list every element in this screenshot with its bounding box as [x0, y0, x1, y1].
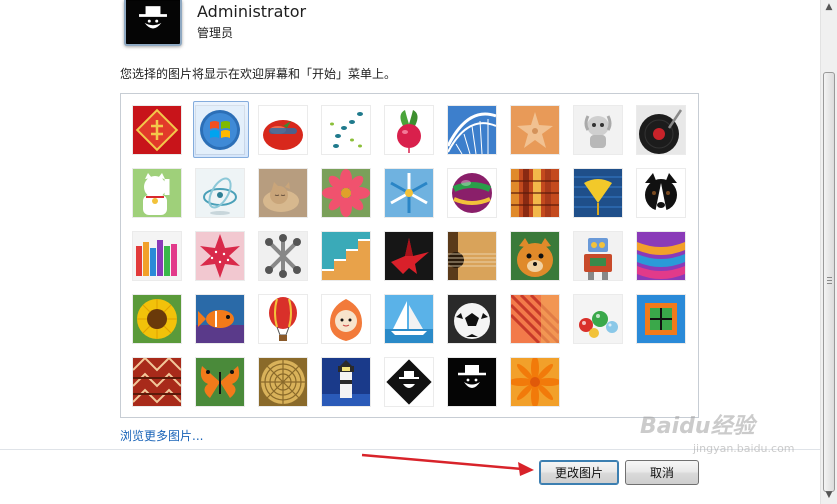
robot-toy-picture[interactable] — [574, 106, 622, 154]
butterfly-picture[interactable] — [196, 358, 244, 406]
hat-face-picture[interactable] — [448, 358, 496, 406]
doll-picture[interactable] — [322, 295, 370, 343]
woven-pattern-picture[interactable] — [133, 358, 181, 406]
starfish-picture[interactable] — [511, 106, 559, 154]
gyroscope-picture[interactable] — [196, 169, 244, 217]
hot-air-balloon-picture[interactable] — [259, 295, 307, 343]
watermark-url: jingyan.baidu.com — [693, 442, 795, 455]
origami-crane-picture[interactable] — [385, 232, 433, 280]
paper-star-picture[interactable] — [196, 232, 244, 280]
roller-coaster-picture[interactable] — [448, 106, 496, 154]
dog-picture[interactable] — [637, 169, 685, 217]
green-frame-picture[interactable] — [637, 295, 685, 343]
diamond-logo-picture[interactable] — [385, 358, 433, 406]
picture-grid — [120, 93, 699, 418]
ginkgo-leaf-picture[interactable] — [574, 169, 622, 217]
pink-flower-picture[interactable] — [322, 169, 370, 217]
watermark-logo: Baidu经验 — [640, 414, 755, 439]
user-name: Administrator — [197, 2, 307, 21]
radish-picture[interactable] — [385, 106, 433, 154]
vertical-scrollbar[interactable]: ▲ ▼ — [820, 0, 837, 504]
lucky-cat-picture[interactable] — [133, 169, 181, 217]
user-role: 管理员 — [197, 26, 234, 40]
orange-flower-picture[interactable] — [511, 358, 559, 406]
marbles-picture[interactable] — [574, 295, 622, 343]
scroll-thumb[interactable] — [823, 72, 835, 492]
fabric-picture[interactable] — [511, 169, 559, 217]
scroll-up-arrow-icon[interactable]: ▲ — [821, 2, 837, 12]
fabric-stripes-picture[interactable] — [511, 295, 559, 343]
vinyl-record-picture[interactable] — [637, 106, 685, 154]
puppy-picture[interactable] — [511, 232, 559, 280]
tin-robot-picture[interactable] — [574, 232, 622, 280]
tomato-picture[interactable] — [259, 106, 307, 154]
change-picture-button[interactable]: 更改图片 — [539, 460, 619, 485]
colorful-scarf-picture[interactable] — [637, 232, 685, 280]
windows-logo-picture[interactable] — [196, 106, 244, 154]
pinwheel-picture[interactable] — [385, 169, 433, 217]
fish-picture[interactable] — [196, 295, 244, 343]
jacks-picture[interactable] — [259, 232, 307, 280]
seeds-picture[interactable] — [322, 106, 370, 154]
ball-picture[interactable] — [448, 169, 496, 217]
fu-picture[interactable] — [133, 106, 181, 154]
guitar-picture[interactable] — [448, 232, 496, 280]
basket-weave-picture[interactable] — [259, 358, 307, 406]
lighthouse-picture[interactable] — [322, 358, 370, 406]
crayons-picture[interactable] — [133, 232, 181, 280]
picture-hint-text: 您选择的图片将显示在欢迎屏幕和「开始」菜单上。 — [120, 67, 397, 81]
kitten-picture[interactable] — [259, 169, 307, 217]
browse-more-pictures-link[interactable]: 浏览更多图片... — [120, 427, 203, 444]
user-avatar — [124, 0, 182, 46]
sailboat-picture[interactable] — [385, 295, 433, 343]
cancel-button[interactable]: 取消 — [625, 460, 699, 485]
sunflower-picture[interactable] — [133, 295, 181, 343]
scroll-down-arrow-icon[interactable]: ▼ — [821, 490, 837, 500]
stairs-picture[interactable] — [322, 232, 370, 280]
soccer-ball-picture[interactable] — [448, 295, 496, 343]
